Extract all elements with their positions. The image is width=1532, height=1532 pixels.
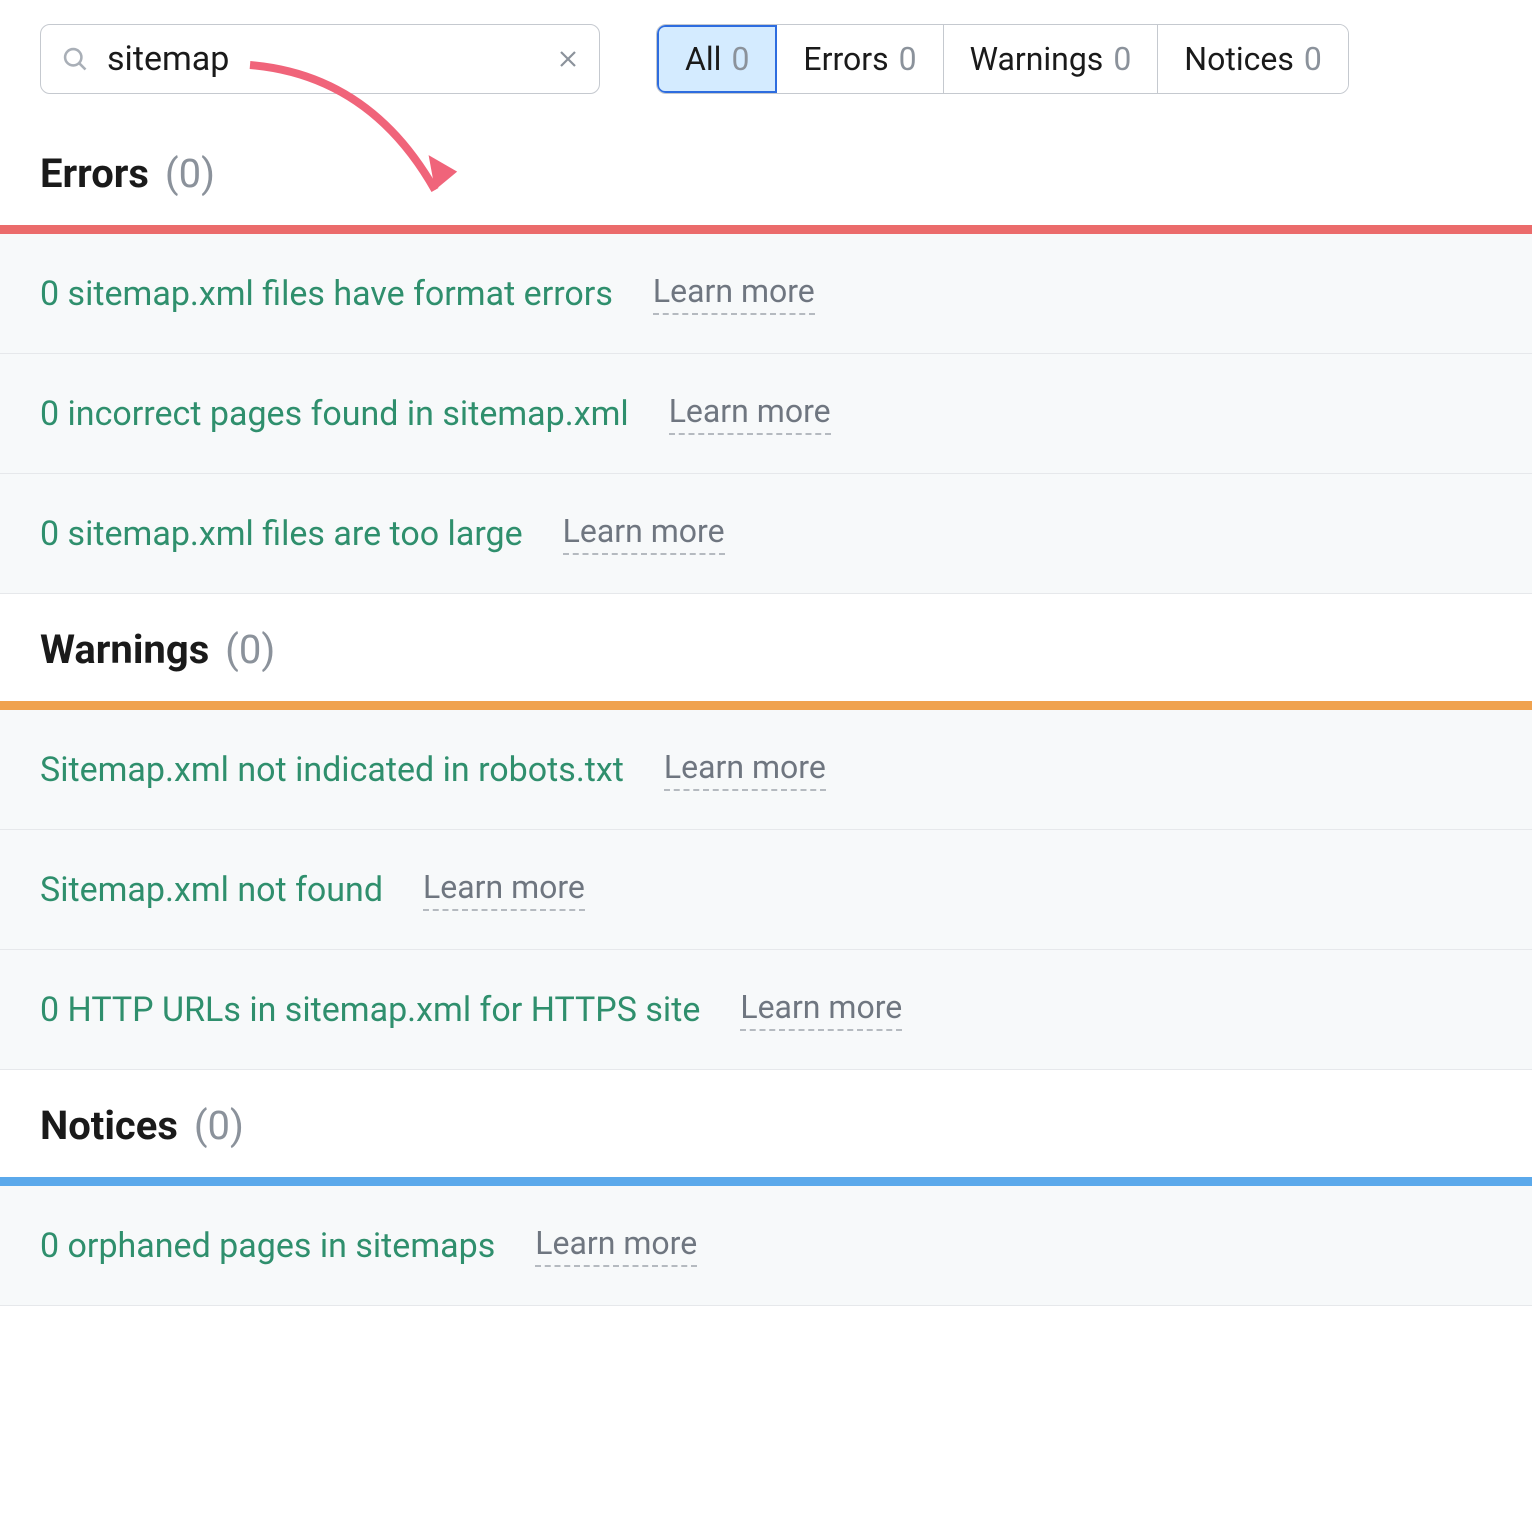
learn-more-link[interactable]: Learn more: [740, 988, 902, 1031]
section-heading-errors: Errors (0): [0, 118, 1532, 225]
filter-tab-label: Errors: [803, 40, 888, 78]
filter-tab-label: All: [685, 40, 721, 78]
section-bar-notices: [0, 1177, 1532, 1186]
section-title: Notices: [40, 1102, 178, 1149]
issue-row[interactable]: 0 incorrect pages found in sitemap.xml L…: [0, 354, 1532, 474]
learn-more-link[interactable]: Learn more: [653, 272, 815, 315]
filter-tab-count: 0: [899, 40, 917, 78]
search-icon: [61, 45, 89, 73]
learn-more-link[interactable]: Learn more: [563, 512, 725, 555]
filter-tab-label: Warnings: [970, 40, 1104, 78]
section-title: Warnings: [40, 626, 209, 673]
section-heading-warnings: Warnings (0): [0, 594, 1532, 701]
filter-tab-all[interactable]: All 0: [657, 25, 777, 93]
search-input[interactable]: [107, 39, 538, 79]
clear-icon[interactable]: [556, 47, 580, 71]
issue-text: 0 orphaned pages in sitemaps: [40, 1226, 495, 1266]
issue-text: 0 sitemap.xml files are too large: [40, 514, 523, 554]
filter-tab-errors[interactable]: Errors 0: [777, 25, 943, 93]
section-bar-warnings: [0, 701, 1532, 710]
learn-more-link[interactable]: Learn more: [669, 392, 831, 435]
filter-tab-label: Notices: [1184, 40, 1294, 78]
filter-tab-count: 0: [1113, 40, 1131, 78]
learn-more-link[interactable]: Learn more: [423, 868, 585, 911]
issue-row[interactable]: 0 sitemap.xml files have format errors L…: [0, 234, 1532, 354]
filter-tab-warnings[interactable]: Warnings 0: [944, 25, 1159, 93]
top-bar: All 0 Errors 0 Warnings 0 Notices 0: [0, 0, 1532, 118]
issue-row[interactable]: Sitemap.xml not indicated in robots.txt …: [0, 710, 1532, 830]
issue-text: 0 incorrect pages found in sitemap.xml: [40, 394, 629, 434]
filter-tab-count: 0: [731, 40, 749, 78]
issue-row[interactable]: 0 sitemap.xml files are too large Learn …: [0, 474, 1532, 594]
issue-text: 0 sitemap.xml files have format errors: [40, 274, 613, 314]
search-box[interactable]: [40, 24, 600, 94]
filter-tab-count: 0: [1304, 40, 1322, 78]
issue-text: 0 HTTP URLs in sitemap.xml for HTTPS sit…: [40, 990, 700, 1030]
issue-row[interactable]: Sitemap.xml not found Learn more: [0, 830, 1532, 950]
issue-row[interactable]: 0 orphaned pages in sitemaps Learn more: [0, 1186, 1532, 1306]
learn-more-link[interactable]: Learn more: [664, 748, 826, 791]
learn-more-link[interactable]: Learn more: [535, 1224, 697, 1267]
section-bar-errors: [0, 225, 1532, 234]
section-count: (0): [225, 626, 275, 673]
issue-text: Sitemap.xml not found: [40, 870, 383, 910]
filter-tab-notices[interactable]: Notices 0: [1158, 25, 1348, 93]
section-count: (0): [194, 1102, 244, 1149]
issue-row[interactable]: 0 HTTP URLs in sitemap.xml for HTTPS sit…: [0, 950, 1532, 1070]
filter-tabs: All 0 Errors 0 Warnings 0 Notices 0: [656, 24, 1349, 94]
issue-text: Sitemap.xml not indicated in robots.txt: [40, 750, 624, 790]
section-count: (0): [165, 150, 215, 197]
section-title: Errors: [40, 150, 149, 197]
section-heading-notices: Notices (0): [0, 1070, 1532, 1177]
